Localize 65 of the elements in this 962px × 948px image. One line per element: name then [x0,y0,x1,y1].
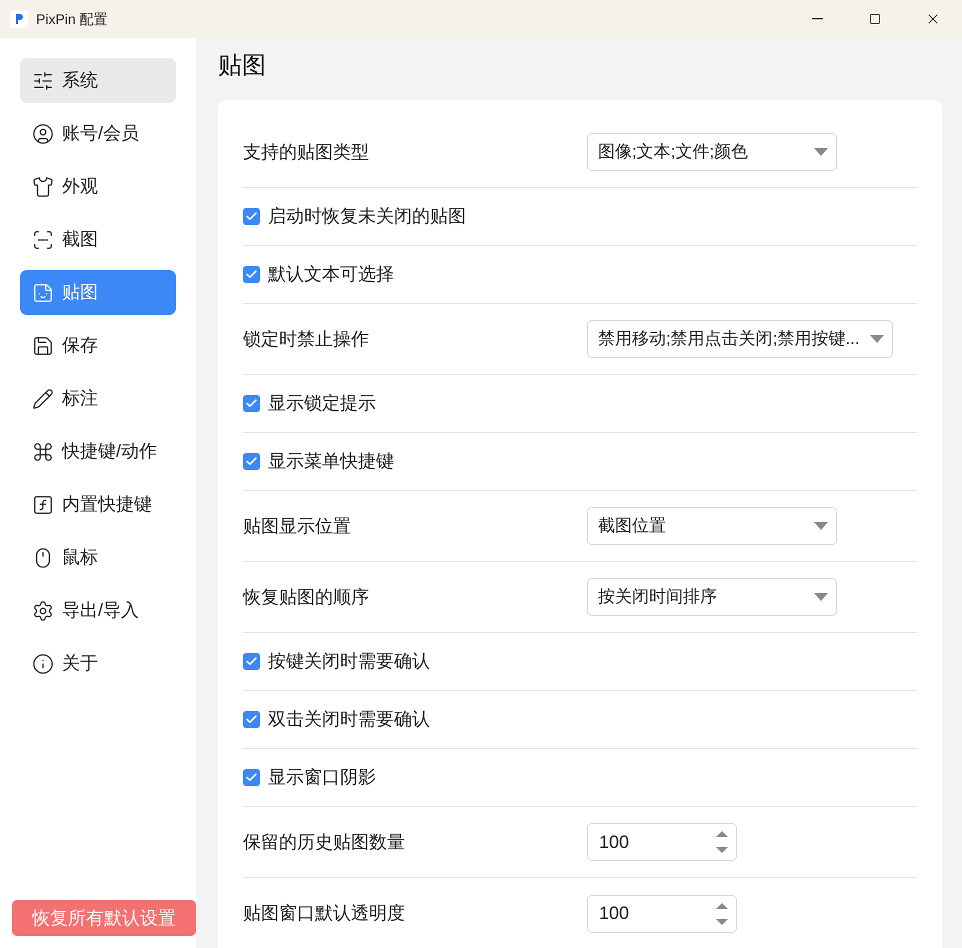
sidebar-item[interactable]: 导出/导入 [20,588,176,633]
checkbox[interactable] [243,395,260,412]
sidebar-item[interactable]: 快捷键/动作 [20,429,176,474]
dropdown-caret-icon [814,522,828,530]
checkbox-label: 启动时恢复未关闭的贴图 [268,205,466,228]
checkbox[interactable] [243,769,260,786]
number-input[interactable]: 100 [599,900,630,927]
sidebar-item[interactable]: 鼠标 [20,535,176,580]
dropdown[interactable]: 图像;文本;文件;颜色 [587,133,837,171]
minimize-icon [812,18,822,20]
sidebar-item[interactable]: 标注 [20,376,176,421]
checkbox-label: 显示菜单快捷键 [268,450,394,473]
sliders-icon [32,70,54,92]
checkbox[interactable] [243,208,260,225]
dropdown[interactable]: 截图位置 [587,507,837,545]
command-key-icon [32,440,54,462]
maximize-icon [869,13,881,25]
checkmark-icon [245,397,258,410]
sticker-icon [32,282,54,304]
checkbox-label: 默认文本可选择 [268,263,394,286]
dropdown-caret-icon [870,335,884,343]
checkbox[interactable] [243,266,260,283]
checkbox[interactable] [243,711,260,728]
setting-label: 贴图显示位置 [243,514,352,538]
setting-label: 支持的贴图类型 [243,140,370,164]
dropdown[interactable]: 禁用移动;禁用点击关闭;禁用按键... [587,320,893,358]
checkmark-icon [245,210,258,223]
number-input[interactable]: 100 [599,828,630,856]
checkmark-icon [245,455,258,468]
scan-frame-icon [32,228,54,250]
setting-label: 保留的历史贴图数量 [243,830,406,854]
checkbox[interactable] [243,653,260,670]
dropdown-caret-icon [814,148,828,156]
checkmark-icon [245,655,258,668]
function-key-icon [32,494,54,516]
app-logo-icon [10,10,28,28]
sidebar-item[interactable]: 账号/会员 [20,111,176,156]
checkbox[interactable] [243,453,260,470]
info-icon [32,652,54,674]
checkbox-label: 双击关闭时需要确认 [268,708,430,731]
setting-label: 锁定时禁止操作 [243,328,370,350]
spinner-arrows-icon[interactable] [716,829,728,855]
dropdown[interactable]: 按关闭时间排序 [587,578,837,616]
sidebar-item[interactable]: 保存 [20,323,176,368]
page-title: 贴图 [218,51,267,81]
pencil-icon [32,388,54,410]
checkmark-icon [245,268,258,281]
checkmark-icon [245,713,258,726]
window-title: PixPin 配置 [36,10,108,28]
checkbox-label: 显示锁定提示 [268,392,376,415]
checkbox-label: 按键关闭时需要确认 [268,650,430,673]
sidebar-item[interactable]: 截图 [20,217,176,262]
settings-icon [32,600,54,622]
sidebar-item[interactable]: 系统 [20,58,176,103]
shirt-icon [32,176,54,198]
dropdown-caret-icon [814,593,828,601]
checkmark-icon [245,771,258,784]
sidebar-item[interactable]: 内置快捷键 [20,482,176,527]
sidebar-item[interactable]: 关于 [20,641,176,686]
sidebar-item[interactable]: 外观 [20,164,176,209]
checkbox-label: 显示窗口阴影 [268,766,376,789]
setting-label: 贴图窗口默认透明度 [243,902,406,925]
setting-label: 恢复贴图的顺序 [243,586,370,608]
user-icon [32,122,54,144]
spinner-arrows-icon[interactable] [716,900,728,926]
